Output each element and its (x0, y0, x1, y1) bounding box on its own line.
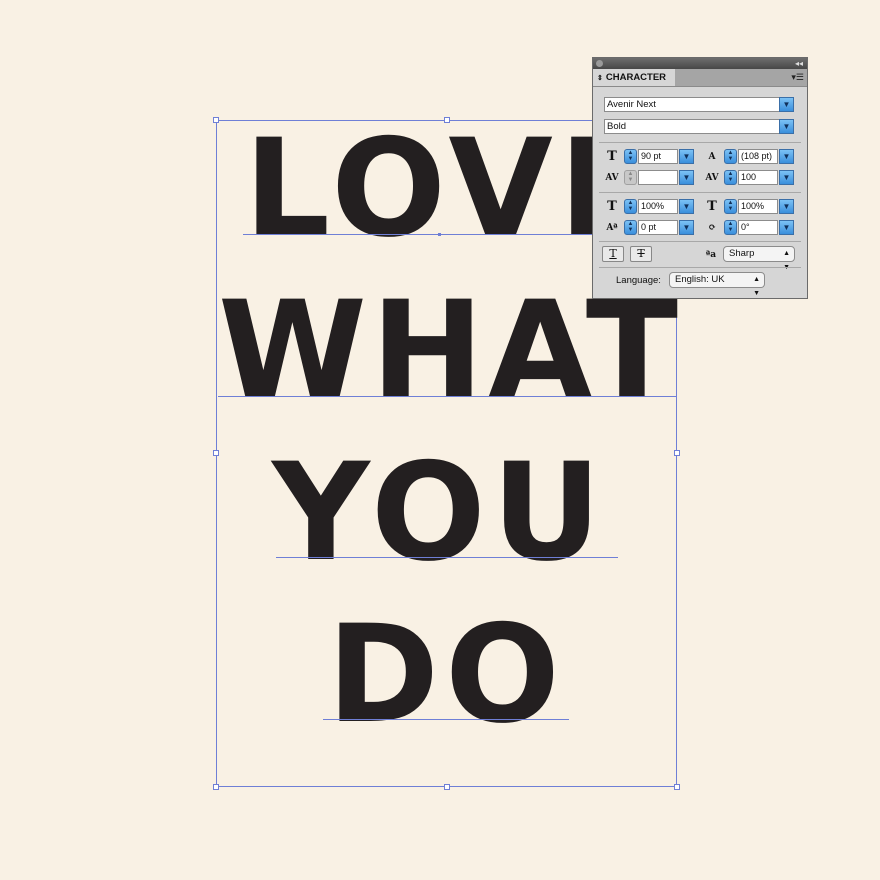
font-size-stepper[interactable]: ▲ ▼ (624, 149, 637, 164)
chevron-down-icon[interactable]: ▼ (779, 220, 794, 235)
antialias-select[interactable]: Sharp ▲▼ (723, 246, 795, 271)
selection-handle-bottom-left[interactable] (213, 784, 219, 790)
vertical-scale-icon: T (607, 199, 617, 214)
font-style-value: Bold (607, 121, 627, 132)
horizontal-scale-stepper[interactable]: ▲ ▼ (724, 199, 737, 214)
vertical-scale-field[interactable]: 100% (638, 199, 678, 214)
font-size-field[interactable]: 90 pt (638, 149, 678, 164)
leading-stepper[interactable]: ▲ ▼ (724, 149, 737, 164)
rotation-field[interactable]: 0° (738, 220, 778, 235)
chevron-down-icon[interactable]: ▼ (679, 220, 694, 235)
rotation-icon: ⟳ (708, 223, 716, 233)
selection-handle-bottom-right[interactable] (674, 784, 680, 790)
baseline-shift-stepper[interactable]: ▲ ▼ (624, 220, 637, 235)
headline-line-3[interactable]: YOU (272, 445, 607, 580)
language-select[interactable]: English: UK ▲ ▼ (669, 272, 765, 297)
headline-line-4[interactable]: DO (327, 607, 566, 742)
chevron-down-icon[interactable]: ▼ (779, 97, 794, 112)
tab-character-label: CHARACTER (605, 72, 667, 83)
font-size-icon: T (607, 149, 617, 164)
divider (599, 192, 801, 193)
strikethrough-button[interactable]: T (630, 246, 652, 262)
font-family-value: Avenir Next (607, 99, 656, 110)
baseline-center-point (438, 233, 441, 236)
updown-arrows-icon: ▲▼ (753, 276, 760, 297)
baseline-shift-field[interactable]: 0 pt (638, 220, 678, 235)
divider (599, 267, 801, 268)
baseline-line-4 (323, 719, 569, 720)
chevron-down-icon[interactable]: ▼ (779, 119, 794, 134)
character-panel: ◂◂ ⇕ CHARACTER ▾☰ Avenir Next ▼ Bold ▼ T … (592, 57, 808, 299)
selection-handle-middle-left[interactable] (213, 450, 219, 456)
tab-arrows-icon: ⇕ (597, 75, 603, 82)
selection-handle-top-left[interactable] (213, 117, 219, 123)
baseline-line-1 (243, 234, 593, 235)
font-style-dropdown[interactable]: Bold ▼ (604, 119, 794, 134)
tracking-stepper[interactable]: ▲ ▼ (724, 170, 737, 185)
panel-titlebar[interactable]: ◂◂ (593, 58, 807, 69)
tracking-icon: AV (705, 173, 719, 183)
kerning-field[interactable] (638, 170, 678, 185)
chevron-down-icon[interactable]: ▼ (779, 199, 794, 214)
divider (599, 241, 801, 242)
antialias-icon: ªa (705, 250, 717, 260)
baseline-line-3 (276, 557, 618, 558)
rotation-stepper[interactable]: ▲ ▼ (724, 220, 737, 235)
chevron-down-icon[interactable]: ▼ (679, 199, 694, 214)
selection-handle-bottom-center[interactable] (444, 784, 450, 790)
chevron-down-icon[interactable]: ▼ (779, 149, 794, 164)
updown-arrows-icon: ▲▼ (783, 250, 790, 271)
language-label: Language: (616, 275, 661, 286)
kerning-stepper[interactable]: ▲ ▼ (624, 170, 637, 185)
horizontal-scale-icon: T (707, 199, 717, 214)
chevron-down-icon[interactable]: ▼ (779, 170, 794, 185)
chevron-down-icon[interactable]: ▼ (679, 149, 694, 164)
chevron-down-icon[interactable]: ▼ (679, 170, 694, 185)
leading-icon: A (708, 152, 716, 162)
tab-character[interactable]: ⇕ CHARACTER (593, 69, 675, 86)
leading-field[interactable]: (108 pt) (738, 149, 778, 164)
font-family-dropdown[interactable]: Avenir Next ▼ (604, 97, 794, 112)
panel-tab-bar: ⇕ CHARACTER ▾☰ (593, 69, 807, 87)
panel-menu-icon[interactable]: ▾☰ (791, 72, 804, 83)
selection-handle-middle-right[interactable] (674, 450, 680, 456)
horizontal-scale-field[interactable]: 100% (738, 199, 778, 214)
baseline-line-2 (218, 396, 676, 397)
divider (599, 142, 801, 143)
underline-button[interactable]: T (602, 246, 624, 262)
headline-line-2[interactable]: WHAT (218, 283, 682, 418)
antialias-value: Sharp (729, 248, 755, 259)
tracking-field[interactable]: 100 (738, 170, 778, 185)
language-value: English: UK (675, 274, 725, 285)
baseline-shift-icon: Aª (606, 223, 618, 233)
vertical-scale-stepper[interactable]: ▲ ▼ (624, 199, 637, 214)
close-icon[interactable] (596, 60, 603, 67)
kerning-icon: AV (605, 173, 619, 183)
collapse-icon[interactable]: ◂◂ (795, 58, 803, 69)
